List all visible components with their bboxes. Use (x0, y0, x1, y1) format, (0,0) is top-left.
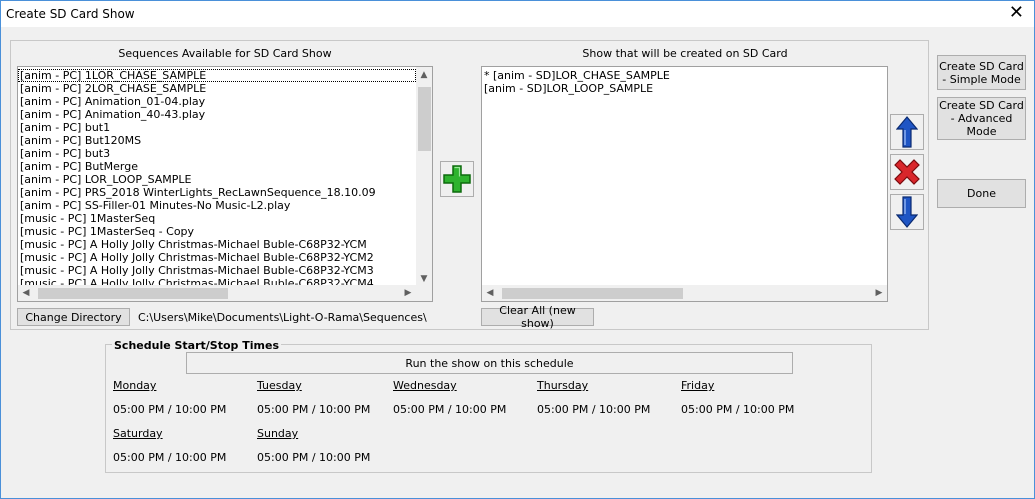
time-saturday[interactable]: 05:00 PM / 10:00 PM (113, 451, 226, 464)
list-item[interactable]: [anim - PC] But120MS (18, 134, 416, 147)
arrow-down-icon (896, 196, 918, 228)
list-item[interactable]: [music - PC] 1MasterSeq (18, 212, 416, 225)
day-sunday[interactable]: Sunday (257, 427, 298, 440)
list-item[interactable]: [music - PC] A Holly Jolly Christmas-Mic… (18, 264, 416, 277)
list-item[interactable]: [music - PC] 1MasterSeq - Copy (18, 225, 416, 238)
list-item[interactable]: [anim - PC] PRS_2018 WinterLights_RecLaw… (18, 186, 416, 199)
move-up-button[interactable] (890, 114, 924, 150)
list-item[interactable]: [anim - PC] LOR_LOOP_SAMPLE (18, 173, 416, 186)
day-tuesday[interactable]: Tuesday (257, 379, 302, 392)
add-sequence-button[interactable] (440, 161, 474, 197)
window-title: Create SD Card Show (6, 7, 135, 21)
remove-sequence-button[interactable] (890, 154, 924, 190)
left-vertical-scrollbar[interactable]: ▲ ▼ (416, 67, 432, 287)
scroll-right-icon[interactable]: ▶ (871, 285, 887, 301)
move-down-button[interactable] (890, 194, 924, 230)
list-item[interactable]: [anim - PC] SS-Filler-01 Minutes-No Musi… (18, 199, 416, 212)
show-header: Show that will be created on SD Card (582, 47, 788, 60)
left-hscroll-thumb[interactable] (38, 288, 228, 299)
scroll-corner (416, 285, 432, 301)
scroll-left-icon[interactable]: ◀ (482, 285, 498, 301)
list-item[interactable]: [anim - PC] ButMerge (18, 160, 416, 173)
time-thursday[interactable]: 05:00 PM / 10:00 PM (537, 403, 650, 416)
available-header: Sequences Available for SD Card Show (118, 47, 332, 60)
list-item[interactable]: [anim - PC] 2LOR_CHASE_SAMPLE (18, 82, 416, 95)
list-item[interactable]: [anim - SD]LOR_LOOP_SAMPLE (482, 82, 887, 95)
available-sequences-list[interactable]: [anim - PC] 1LOR_CHASE_SAMPLE [anim - PC]… (17, 66, 433, 302)
show-sequences-items: * [anim - SD]LOR_CHASE_SAMPLE [anim - SD]… (482, 67, 887, 287)
sequence-path: C:\Users\Mike\Documents\Light-O-Rama\Seq… (138, 311, 427, 324)
list-item[interactable]: [music - PC] A Holly Jolly Christmas-Mic… (18, 238, 416, 251)
day-friday[interactable]: Friday (681, 379, 714, 392)
list-item[interactable]: [anim - PC] but1 (18, 121, 416, 134)
create-simple-button[interactable]: Create SD Card - Simple Mode (937, 55, 1026, 90)
list-item[interactable]: * [anim - SD]LOR_CHASE_SAMPLE (482, 69, 887, 82)
time-sunday[interactable]: 05:00 PM / 10:00 PM (257, 451, 370, 464)
day-wednesday[interactable]: Wednesday (393, 379, 457, 392)
show-sequences-list[interactable]: * [anim - SD]LOR_CHASE_SAMPLE [anim - SD]… (481, 66, 888, 302)
right-horizontal-scrollbar[interactable]: ◀ ▶ (482, 285, 887, 301)
time-tuesday[interactable]: 05:00 PM / 10:00 PM (257, 403, 370, 416)
title-bar: Create SD Card Show ✕ (0, 0, 1035, 27)
left-horizontal-scrollbar[interactable]: ◀ ▶ (18, 285, 416, 301)
left-vscroll-thumb[interactable] (418, 87, 431, 151)
available-sequences-items: [anim - PC] 1LOR_CHASE_SAMPLE [anim - PC]… (18, 67, 416, 287)
create-advanced-button[interactable]: Create SD Card - Advanced Mode (937, 97, 1026, 140)
day-saturday[interactable]: Saturday (113, 427, 163, 440)
schedule-title: Schedule Start/Stop Times (112, 339, 281, 352)
run-schedule-button[interactable]: Run the show on this schedule (186, 352, 793, 374)
list-item[interactable]: [music - PC] A Holly Jolly Christmas-Mic… (18, 251, 416, 264)
list-item[interactable]: [anim - PC] Animation_01-04.play (18, 95, 416, 108)
done-button[interactable]: Done (937, 179, 1026, 208)
list-item[interactable]: [anim - PC] 1LOR_CHASE_SAMPLE (18, 69, 416, 82)
change-directory-button[interactable]: Change Directory (17, 308, 130, 326)
day-thursday[interactable]: Thursday (537, 379, 588, 392)
list-item[interactable]: [anim - PC] Animation_40-43.play (18, 108, 416, 121)
close-icon[interactable]: ✕ (1009, 3, 1024, 23)
time-monday[interactable]: 05:00 PM / 10:00 PM (113, 403, 226, 416)
plus-icon (443, 165, 471, 193)
x-icon (894, 159, 920, 185)
scroll-left-icon[interactable]: ◀ (18, 285, 34, 301)
scroll-up-icon[interactable]: ▲ (416, 67, 432, 83)
scroll-right-icon[interactable]: ▶ (400, 285, 416, 301)
time-wednesday[interactable]: 05:00 PM / 10:00 PM (393, 403, 506, 416)
clear-all-button[interactable]: Clear All (new show) (481, 304, 594, 330)
window-border-left (0, 27, 1, 499)
right-hscroll-thumb[interactable] (502, 288, 683, 299)
list-item[interactable]: [anim - PC] but3 (18, 147, 416, 160)
time-friday[interactable]: 05:00 PM / 10:00 PM (681, 403, 794, 416)
arrow-up-icon (896, 116, 918, 148)
day-monday[interactable]: Monday (113, 379, 156, 392)
